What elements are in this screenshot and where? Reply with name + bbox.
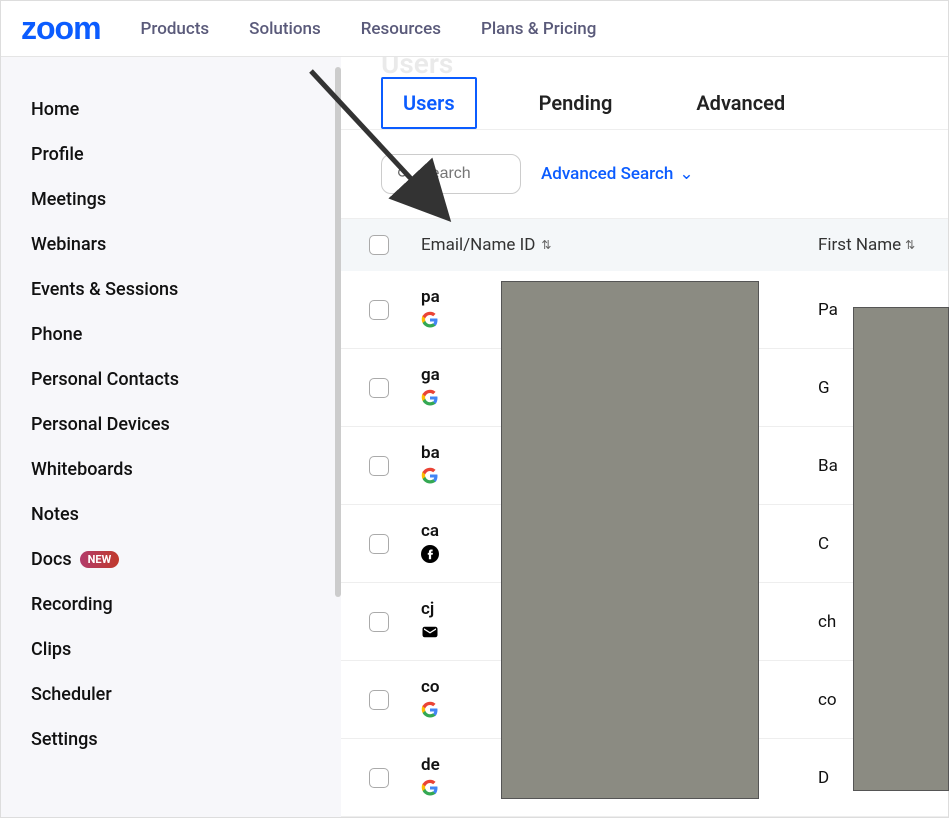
- google-icon: [421, 701, 439, 719]
- sidebar-item-events[interactable]: Events & Sessions: [31, 267, 341, 312]
- sort-icon: ⇅: [541, 238, 551, 252]
- google-icon: [421, 389, 439, 407]
- row-checkbox[interactable]: [369, 690, 389, 710]
- redaction-block: [501, 281, 759, 799]
- tab-pending[interactable]: Pending: [517, 77, 635, 129]
- sidebar-item-meetings[interactable]: Meetings: [31, 177, 341, 222]
- row-checkbox[interactable]: [369, 378, 389, 398]
- top-nav: zoom Products Solutions Resources Plans …: [1, 1, 948, 57]
- nav-plans-pricing[interactable]: Plans & Pricing: [481, 19, 596, 39]
- tab-advanced[interactable]: Advanced: [674, 77, 807, 129]
- nav-products[interactable]: Products: [141, 19, 210, 39]
- sidebar-item-home[interactable]: Home: [31, 87, 341, 132]
- sort-icon: ⇅: [905, 238, 915, 252]
- google-icon: [421, 779, 439, 797]
- row-checkbox[interactable]: [369, 612, 389, 632]
- sidebar-item-personal-contacts[interactable]: Personal Contacts: [31, 357, 341, 402]
- sidebar-item-settings[interactable]: Settings: [31, 717, 341, 762]
- redaction-block: [853, 307, 949, 791]
- nav-resources[interactable]: Resources: [361, 19, 441, 39]
- column-first-name[interactable]: First Name⇅: [818, 235, 928, 255]
- sidebar-item-recording[interactable]: Recording: [31, 582, 341, 627]
- google-icon: [421, 467, 439, 485]
- zoom-logo[interactable]: zoom: [21, 10, 101, 47]
- sidebar-item-notes[interactable]: Notes: [31, 492, 341, 537]
- row-checkbox[interactable]: [369, 534, 389, 554]
- row-checkbox[interactable]: [369, 768, 389, 788]
- row-checkbox[interactable]: [369, 456, 389, 476]
- new-badge: NEW: [80, 551, 120, 568]
- chevron-down-icon: ⌄: [679, 164, 693, 184]
- sidebar-item-webinars[interactable]: Webinars: [31, 222, 341, 267]
- google-icon: [421, 311, 439, 329]
- sidebar-item-whiteboards[interactable]: Whiteboards: [31, 447, 341, 492]
- row-checkbox[interactable]: [369, 300, 389, 320]
- facebook-icon: [421, 545, 439, 563]
- sidebar-item-clips[interactable]: Clips: [31, 627, 341, 672]
- annotation-arrow: [301, 61, 481, 241]
- advanced-search-link[interactable]: Advanced Search ⌄: [541, 164, 694, 184]
- sidebar-item-personal-devices[interactable]: Personal Devices: [31, 402, 341, 447]
- sidebar-item-phone[interactable]: Phone: [31, 312, 341, 357]
- sidebar: Home Profile Meetings Webinars Events & …: [1, 57, 341, 817]
- nav-solutions[interactable]: Solutions: [249, 19, 321, 39]
- sidebar-item-scheduler[interactable]: Scheduler: [31, 672, 341, 717]
- sidebar-item-profile[interactable]: Profile: [31, 132, 341, 177]
- email-icon: [421, 623, 439, 641]
- sidebar-item-docs[interactable]: DocsNEW: [31, 537, 341, 582]
